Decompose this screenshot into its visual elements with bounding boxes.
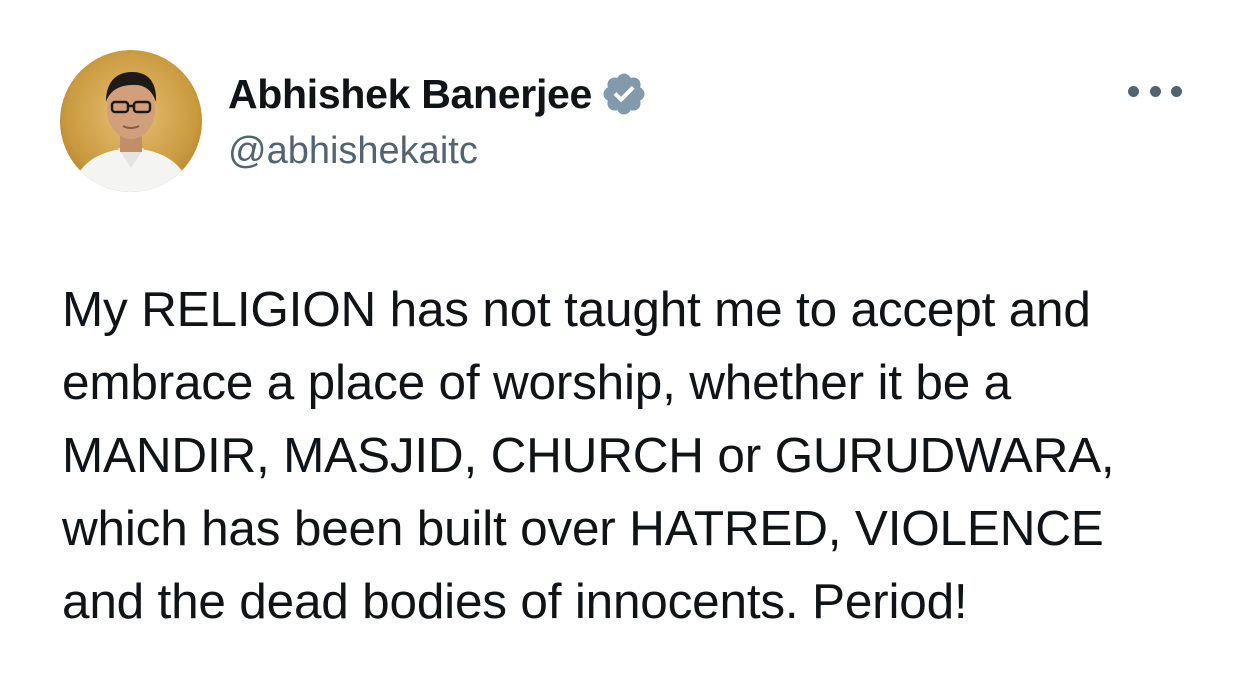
author-display-name[interactable]: Abhishek Banerjee: [228, 71, 592, 118]
more-dot: [1128, 85, 1139, 97]
more-dot: [1171, 85, 1182, 97]
tweet-text-line: embrace a place of worship, whether it b…: [62, 355, 1011, 410]
author-name-row: Abhishek Banerjee: [228, 66, 648, 122]
tweet-text-line: which has been built over HATRED, VIOLEN…: [62, 501, 1104, 556]
avatar-image: [60, 50, 202, 192]
tweet-text-line: My RELIGION has not taught me to accept …: [62, 282, 1091, 337]
more-dot: [1149, 85, 1161, 97]
tweet-text-line: and the dead bodies of innocents. Period…: [62, 574, 968, 629]
tweet-text: My RELIGION has not taught me to accept …: [62, 273, 1222, 638]
tweet-text-line: MANDIR, MASJID, CHURCH or GURUDWARA,: [62, 428, 1115, 483]
verified-badge-icon[interactable]: [600, 70, 648, 118]
author-handle[interactable]: @abhishekaitc: [228, 130, 478, 173]
avatar[interactable]: [60, 50, 202, 192]
more-options-icon[interactable]: [1128, 76, 1182, 106]
tweet-card: Abhishek Banerjee @abhishekaitc My RELIG…: [0, 0, 1242, 674]
